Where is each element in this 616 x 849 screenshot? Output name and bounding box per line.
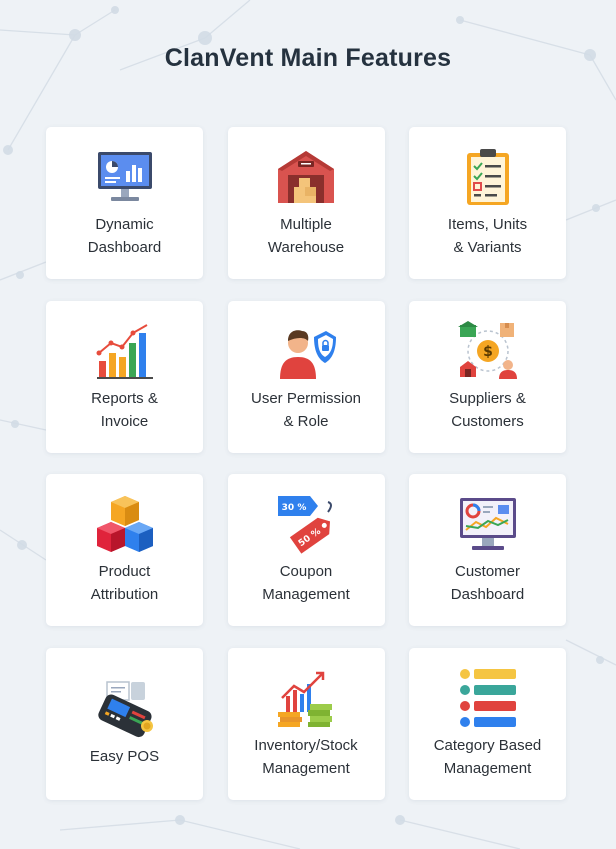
customer-dashboard-monitor-icon bbox=[459, 498, 516, 550]
svg-text:30 %: 30 % bbox=[282, 503, 307, 513]
feature-label: Easy POS bbox=[89, 747, 160, 765]
feature-label: Suppliers & Customers bbox=[449, 389, 526, 430]
feature-card-inventory-stock-management: Inventory/Stock Management bbox=[227, 647, 385, 800]
feature-label: Product Attribution bbox=[90, 563, 159, 603]
feature-card-multiple-warehouse: Multiple Warehouse bbox=[227, 127, 385, 279]
feature-grid: Dynamic Dashboard Multiple Warehouse Ite… bbox=[46, 127, 566, 800]
feature-label: Coupon Management bbox=[262, 563, 350, 603]
supplier-customer-network-icon: $ bbox=[457, 320, 517, 379]
feature-card-customer-dashboard: Customer Dashboard bbox=[409, 474, 566, 626]
feature-card-category-based-management: Category Based Management bbox=[409, 647, 566, 800]
stacked-cubes-icon bbox=[96, 496, 153, 552]
svg-text:$: $ bbox=[483, 344, 493, 360]
feature-card-user-permission-role: User Permission & Role bbox=[227, 300, 385, 453]
feature-label: Items, Units & Variants bbox=[447, 216, 528, 256]
feature-card-coupon-management: 30 % 50 % Coupon Management bbox=[227, 474, 385, 626]
feature-label: Customer Dashboard bbox=[450, 563, 525, 603]
category-list-icon bbox=[459, 668, 516, 727]
coupon-tags-icon: 30 % 50 % bbox=[278, 496, 332, 554]
feature-card-dynamic-dashboard: Dynamic Dashboard bbox=[46, 127, 203, 279]
user-shield-icon bbox=[280, 329, 336, 379]
feature-label: Category Based Management bbox=[433, 736, 542, 777]
pos-terminal-icon bbox=[97, 680, 153, 737]
feature-card-reports-invoice: Reports & Invoice bbox=[46, 300, 203, 453]
feature-label: Dynamic Dashboard bbox=[87, 216, 162, 256]
warehouse-icon bbox=[278, 151, 334, 203]
page-title: ClanVent Main Features bbox=[164, 44, 452, 72]
feature-card-product-attribution: Product Attribution bbox=[46, 474, 203, 626]
bar-chart-report-icon bbox=[96, 323, 153, 379]
clipboard-checklist-icon bbox=[466, 149, 509, 205]
feature-label: User Permission & Role bbox=[250, 389, 362, 430]
feature-card-items-units-variants: Items, Units & Variants bbox=[409, 127, 566, 279]
feature-label: Multiple Warehouse bbox=[267, 216, 345, 256]
feature-label: Reports & Invoice bbox=[91, 389, 158, 430]
inventory-growth-chart-icon bbox=[278, 671, 332, 727]
feature-card-suppliers-customers: $ Suppliers & Customers bbox=[409, 300, 566, 453]
feature-card-easy-pos: Easy POS bbox=[46, 647, 203, 800]
feature-label: Inventory/Stock Management bbox=[254, 736, 358, 777]
dashboard-monitor-icon bbox=[97, 152, 152, 201]
